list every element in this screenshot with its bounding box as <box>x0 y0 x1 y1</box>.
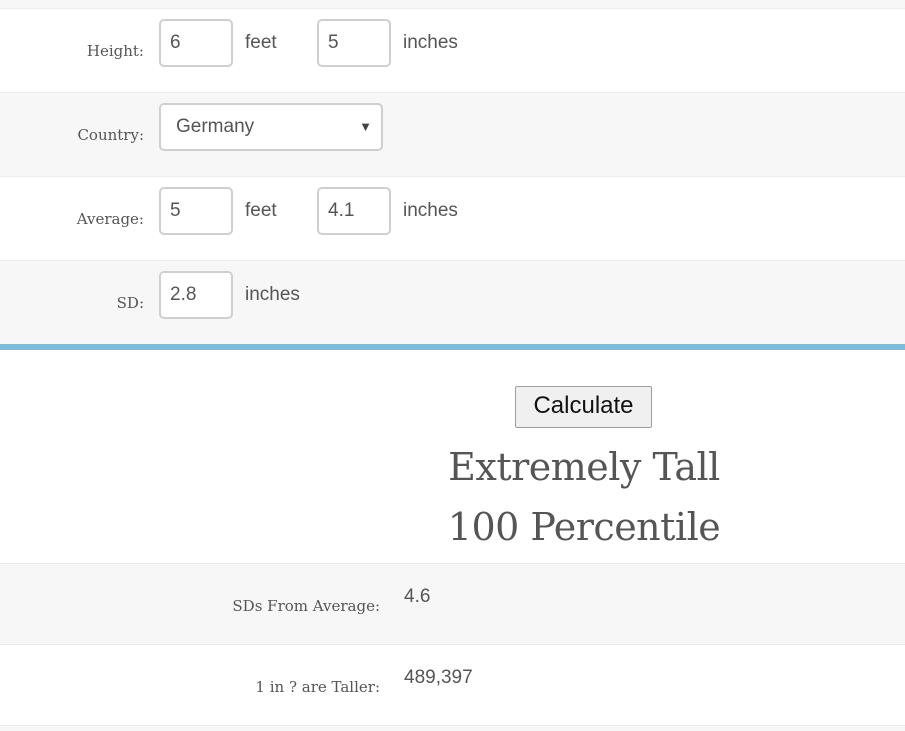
country-selected-value: Germany <box>176 116 255 137</box>
country-select[interactable]: Germany ▼ <box>159 103 383 151</box>
average-feet-input[interactable]: 5 <box>159 187 233 235</box>
average-inches-input[interactable]: 4.1 <box>317 187 391 235</box>
average-label: Average: <box>76 210 144 228</box>
height-inches-input[interactable]: 5 <box>317 19 391 67</box>
accent-divider <box>0 344 905 350</box>
dropdown-arrow-icon: ▼ <box>359 119 372 134</box>
sd-input[interactable]: 2.8 <box>159 271 233 319</box>
bottom-strip <box>0 725 905 731</box>
height-feet-input[interactable]: 6 <box>159 19 233 67</box>
taller-ratio-label: 1 in ? are Taller: <box>255 678 380 696</box>
sds-from-average-row: SDs From Average: 4.6 <box>0 563 905 645</box>
sd-label: SD: <box>116 294 144 312</box>
height-label: Height: <box>86 42 144 60</box>
average-inches-unit: inches <box>403 200 458 221</box>
sds-from-average-value: 4.6 <box>404 586 431 607</box>
average-row: Average: 5 feet 4.1 inches <box>0 176 905 261</box>
result-category: Extremely Tall <box>448 445 720 489</box>
taller-ratio-row: 1 in ? are Taller: 489,397 <box>0 644 905 726</box>
calculate-button[interactable]: Calculate <box>515 386 652 428</box>
sds-from-average-label: SDs From Average: <box>232 597 380 615</box>
country-label: Country: <box>77 126 144 144</box>
average-feet-unit: feet <box>245 200 277 221</box>
taller-ratio-value: 489,397 <box>404 667 473 688</box>
height-inches-unit: inches <box>403 32 458 53</box>
sd-row: SD: 2.8 inches <box>0 260 905 345</box>
country-row: Country: Germany ▼ <box>0 92 905 177</box>
result-percentile: 100 Percentile <box>447 505 721 549</box>
height-feet-unit: feet <box>245 32 277 53</box>
height-row: Height: 6 feet 5 inches <box>0 8 905 93</box>
sd-unit: inches <box>245 284 300 305</box>
